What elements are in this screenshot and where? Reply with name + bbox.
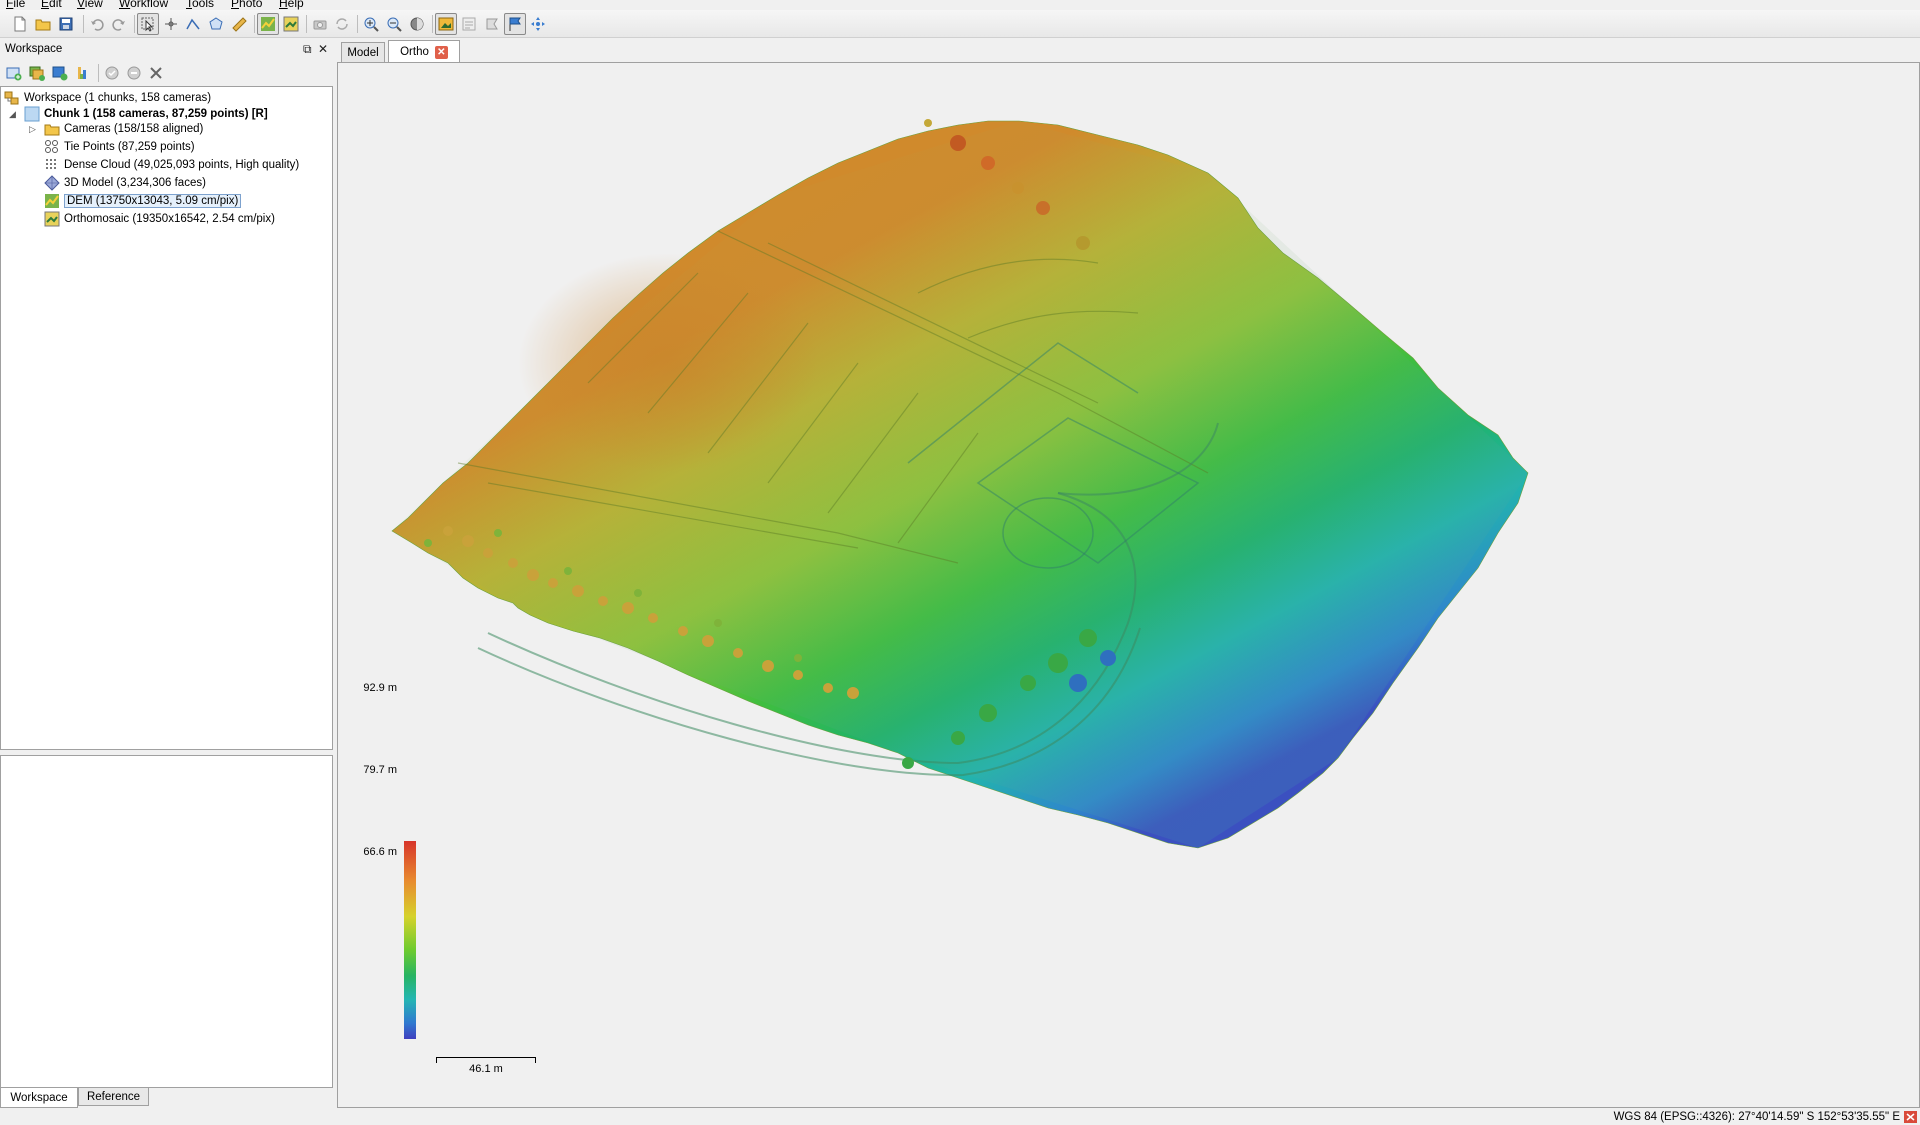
expand-cameras-icon[interactable]: ▷ bbox=[29, 124, 36, 135]
colorbar-mid-label: 79.7 m bbox=[363, 764, 397, 776]
status-warning-icon bbox=[1904, 1111, 1917, 1123]
rotate-icon[interactable] bbox=[331, 13, 353, 35]
tree-item-dense-cloud[interactable]: Dense Cloud (49,025,093 points, High qua… bbox=[44, 157, 299, 173]
close-tab-icon[interactable]: ✕ bbox=[434, 45, 448, 59]
colorbar-max-label: 92.9 m bbox=[363, 682, 397, 694]
ruler-icon[interactable] bbox=[228, 13, 250, 35]
reset-view-icon[interactable] bbox=[406, 13, 428, 35]
polygon-icon[interactable] bbox=[205, 13, 227, 35]
properties-panel bbox=[0, 755, 333, 1088]
menu-view[interactable]: View bbox=[77, 0, 103, 10]
dem-icon bbox=[44, 193, 60, 209]
tree-item-orthomosaic[interactable]: Orthomosaic (19350x16542, 2.54 cm/pix) bbox=[44, 211, 275, 227]
model-icon bbox=[44, 175, 60, 191]
undo-icon[interactable] bbox=[86, 13, 108, 35]
status-bar: WGS 84 (EPSG::4326): 27°40'14.59" S 152°… bbox=[0, 1109, 1920, 1125]
dense-cloud-icon bbox=[44, 157, 60, 173]
tree-item-tie-points[interactable]: Tie Points (87,259 points) bbox=[44, 139, 195, 155]
add-folder-icon[interactable] bbox=[49, 62, 71, 84]
add-markers-icon[interactable] bbox=[72, 62, 94, 84]
disable-icon[interactable] bbox=[123, 62, 145, 84]
flag-icon[interactable] bbox=[504, 13, 526, 35]
save-icon[interactable] bbox=[55, 13, 77, 35]
navigation-move-icon[interactable] bbox=[527, 13, 549, 35]
open-folder-icon[interactable] bbox=[32, 13, 54, 35]
orthomosaic-view-icon[interactable] bbox=[280, 13, 302, 35]
dem-view-icon[interactable] bbox=[257, 13, 279, 35]
tab-ortho[interactable]: Ortho ✕ bbox=[388, 40, 460, 63]
point-marker-icon[interactable] bbox=[160, 13, 182, 35]
add-photos-icon[interactable] bbox=[26, 62, 48, 84]
zoom-out-icon[interactable] bbox=[383, 13, 405, 35]
coordinate-readout: WGS 84 (EPSG::4326): 27°40'14.59" S 152°… bbox=[1613, 1111, 1900, 1123]
redo-icon[interactable] bbox=[108, 13, 130, 35]
polyline-icon[interactable] bbox=[182, 13, 204, 35]
orthomosaic-icon bbox=[44, 211, 60, 227]
shapes-icon[interactable] bbox=[458, 13, 480, 35]
tab-workspace[interactable]: Workspace bbox=[0, 1088, 78, 1108]
tree-item-dem[interactable]: DEM (13750x13043, 5.09 cm/pix) bbox=[44, 193, 242, 209]
zoom-in-icon[interactable] bbox=[360, 13, 382, 35]
folder-icon bbox=[44, 121, 60, 137]
workspace-icon bbox=[4, 90, 20, 106]
workspace-panel-title: Workspace bbox=[5, 43, 63, 55]
menu-help[interactable]: Help bbox=[279, 0, 304, 10]
close-panel-icon[interactable]: ✕ bbox=[318, 42, 328, 56]
add-chunk-icon[interactable] bbox=[3, 62, 25, 84]
dem-map[interactable] bbox=[338, 63, 1920, 1108]
workspace-tree: Workspace (1 chunks, 158 cameras) ◢ Chun… bbox=[0, 86, 333, 750]
tree-item-workspace[interactable]: Workspace (1 chunks, 158 cameras) bbox=[4, 90, 211, 106]
markers-icon[interactable] bbox=[481, 13, 503, 35]
tree-item-3d-model[interactable]: 3D Model (3,234,306 faces) bbox=[44, 175, 206, 191]
ortho-viewport[interactable]: 92.9 m 79.7 m 66.6 m bbox=[337, 62, 1920, 1108]
menu-file[interactable]: File bbox=[6, 0, 25, 10]
menu-tools[interactable]: Tools bbox=[186, 0, 214, 10]
menu-photo[interactable]: Photo bbox=[231, 0, 262, 10]
view-tabs: Model Ortho ✕ bbox=[337, 40, 1920, 63]
enable-icon[interactable] bbox=[101, 62, 123, 84]
cameras-toggle-icon[interactable] bbox=[309, 13, 331, 35]
menu-bar: File Edit View Workflow Tools Photo Help bbox=[0, 0, 1920, 10]
tab-reference[interactable]: Reference bbox=[78, 1088, 149, 1106]
new-file-icon[interactable] bbox=[9, 13, 31, 35]
main-toolbar bbox=[0, 10, 1920, 38]
workspace-toolbar bbox=[0, 60, 333, 86]
tab-model[interactable]: Model bbox=[341, 42, 385, 63]
elevation-colorbar bbox=[404, 841, 416, 1039]
expand-chunk-icon[interactable]: ◢ bbox=[9, 109, 16, 120]
float-panel-icon[interactable]: ⧉ bbox=[303, 42, 312, 57]
tie-points-icon bbox=[44, 139, 60, 155]
menu-workflow[interactable]: Workflow bbox=[119, 0, 168, 10]
select-pointer-icon[interactable] bbox=[137, 13, 159, 35]
remove-icon[interactable] bbox=[145, 62, 167, 84]
show-dem-image-icon[interactable] bbox=[435, 13, 457, 35]
tree-item-cameras[interactable]: Cameras (158/158 aligned) bbox=[44, 121, 203, 137]
colorbar-min-label: 66.6 m bbox=[363, 846, 397, 858]
scale-bar-label: 46.1 m bbox=[469, 1063, 503, 1075]
workspace-panel-header: Workspace ⧉ ✕ bbox=[0, 40, 333, 59]
panel-tabs: Workspace Reference bbox=[0, 1088, 333, 1108]
tree-item-chunk[interactable]: Chunk 1 (158 cameras, 87,259 points) [R] bbox=[24, 106, 268, 122]
chunk-icon bbox=[24, 106, 40, 122]
menu-edit[interactable]: Edit bbox=[41, 0, 62, 10]
